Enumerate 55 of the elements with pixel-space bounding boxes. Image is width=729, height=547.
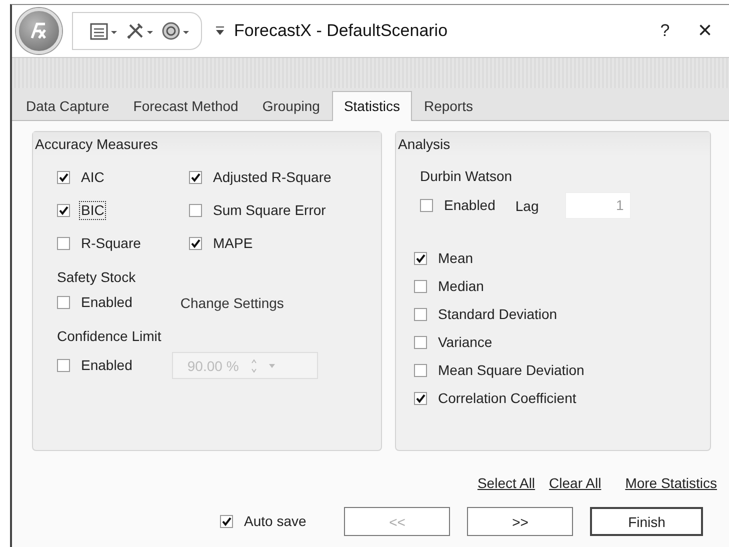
checkbox[interactable] [57,296,70,309]
checkbox[interactable] [414,252,427,265]
checkbox[interactable] [57,237,70,250]
checkbox-label: Standard Deviation [437,305,558,324]
change-settings-link[interactable]: Change Settings [180,294,284,310]
checkbox-label: Median [437,277,485,296]
tools-icon[interactable] [125,21,155,41]
window-title: ForecastX - DefaultScenario [234,21,448,41]
section-label: Safety Stock [57,269,137,285]
tab[interactable]: Data Capture [14,91,122,121]
checkbox-label: Enabled [80,356,134,375]
checkbox[interactable] [414,280,427,293]
link[interactable]: Clear All [549,475,602,491]
checkbox-label: Mean Square Deviation [437,361,586,380]
close-button[interactable]: × [685,17,725,45]
section-label: Durbin Watson [420,168,514,184]
checkbox[interactable] [57,359,70,372]
customize-toolbar-icon[interactable] [216,26,224,36]
checkbox[interactable] [414,392,427,405]
checkbox-label: Enabled [443,196,496,215]
checkbox-label: AIC [80,168,106,187]
section-label: Confidence Limit [57,328,162,344]
checkbox-label: Adjusted R-Square [212,168,332,187]
checkbox[interactable] [414,364,427,377]
checkbox[interactable] [414,308,427,321]
checkbox-label: R-Square [80,234,142,253]
tab[interactable]: Statistics [332,91,412,121]
checkbox[interactable] [414,336,427,349]
checkbox-label: Correlation Coefficient [437,389,578,408]
checkbox-label: MAPE [212,234,254,253]
tab[interactable]: Forecast Method [121,91,250,121]
checkbox-label: Auto save [243,512,308,531]
tab[interactable]: Grouping [250,91,332,121]
checkbox[interactable] [189,237,202,250]
checkbox-label: Enabled [80,293,134,312]
checkbox-label: BIC [79,201,106,220]
checkbox[interactable] [220,515,233,528]
link[interactable]: More Statistics [625,475,717,491]
tab[interactable]: Reports [412,91,485,121]
checkbox[interactable] [189,171,202,184]
checkbox[interactable] [57,204,70,217]
checkbox-label: Sum Square Error [212,201,327,220]
lag-label: Lag [515,198,539,214]
link[interactable]: Select All [477,475,536,491]
checkbox[interactable] [189,204,202,217]
app-logo[interactable] [16,8,62,54]
checkbox[interactable] [420,199,433,212]
nav-button[interactable]: >> [467,507,574,536]
checkbox-label: Mean [437,249,474,268]
checkbox[interactable] [57,171,70,184]
nav-button[interactable]: Finish [590,507,704,536]
help-button[interactable]: ? [645,21,685,41]
list-icon[interactable] [89,21,119,41]
help-icon[interactable] [161,21,191,41]
checkbox-label: Variance [437,333,494,352]
